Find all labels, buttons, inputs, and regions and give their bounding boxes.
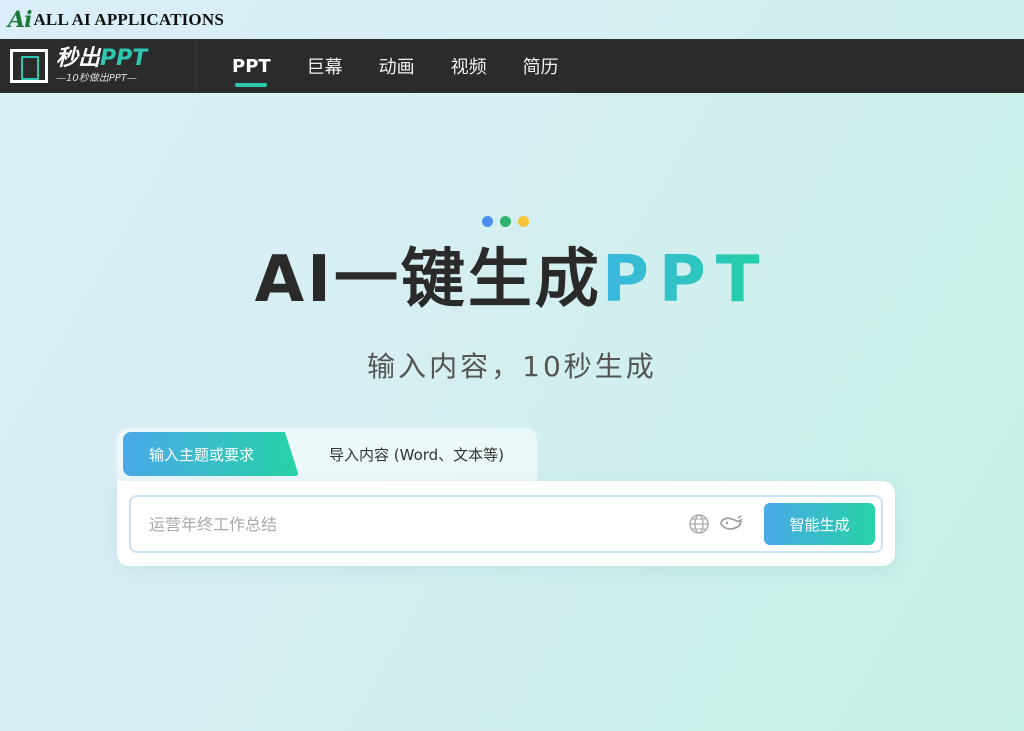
nav-item-video[interactable]: 视频 [433,39,505,93]
decor-dot-yellow [518,216,529,227]
nav-item-animation[interactable]: 动画 [361,39,433,93]
tab-topic-input[interactable]: 输入主题或要求 [123,432,299,476]
logo-title-main: 秒出 [56,46,101,71]
watermark: Ai ALL AI APPLICATIONS [8,6,224,34]
hero-title-accent: PPT [601,243,770,317]
logo-title-accent: PPT [100,46,148,71]
decor-dot-green [500,216,511,227]
top-navbar: 秒出PPT —10秒做出PPT— PPT 巨幕 动画 视频 简历 [0,39,1024,93]
input-mode-tabs: 输入主题或要求 导入内容 (Word、文本等) [117,428,537,484]
hero-title-main: AI一键生成 [254,243,602,317]
logo-icon [10,49,48,83]
logo-text: 秒出PPT —10秒做出PPT— [56,48,147,84]
decor-dots [482,216,529,227]
hero-subtitle: 输入内容，10秒生成 [367,350,657,383]
input-card: 智能生成 [117,481,895,566]
site-logo[interactable]: 秒出PPT —10秒做出PPT— [0,39,196,93]
tab-import-content[interactable]: 导入内容 (Word、文本等) [329,432,504,476]
logo-subtitle: —10秒做出PPT— [56,73,137,84]
logo-title: 秒出PPT [56,48,147,70]
hero-title: AI一键生成PPT [0,240,1024,320]
nav-menu: PPT 巨幕 动画 视频 简历 [214,39,577,93]
nav-item-resume[interactable]: 简历 [505,39,577,93]
nav-item-jumu[interactable]: 巨幕 [289,39,361,93]
watermark-text: ALL AI APPLICATIONS [33,10,224,29]
topic-input[interactable] [131,497,686,551]
decor-dot-blue [482,216,493,227]
nav-item-ppt[interactable]: PPT [214,39,289,93]
watermark-logo-icon: Ai [8,7,32,33]
globe-icon[interactable] [686,511,712,537]
input-box: 智能生成 [129,495,883,553]
whale-icon[interactable] [718,511,744,537]
generate-button[interactable]: 智能生成 [764,503,875,545]
